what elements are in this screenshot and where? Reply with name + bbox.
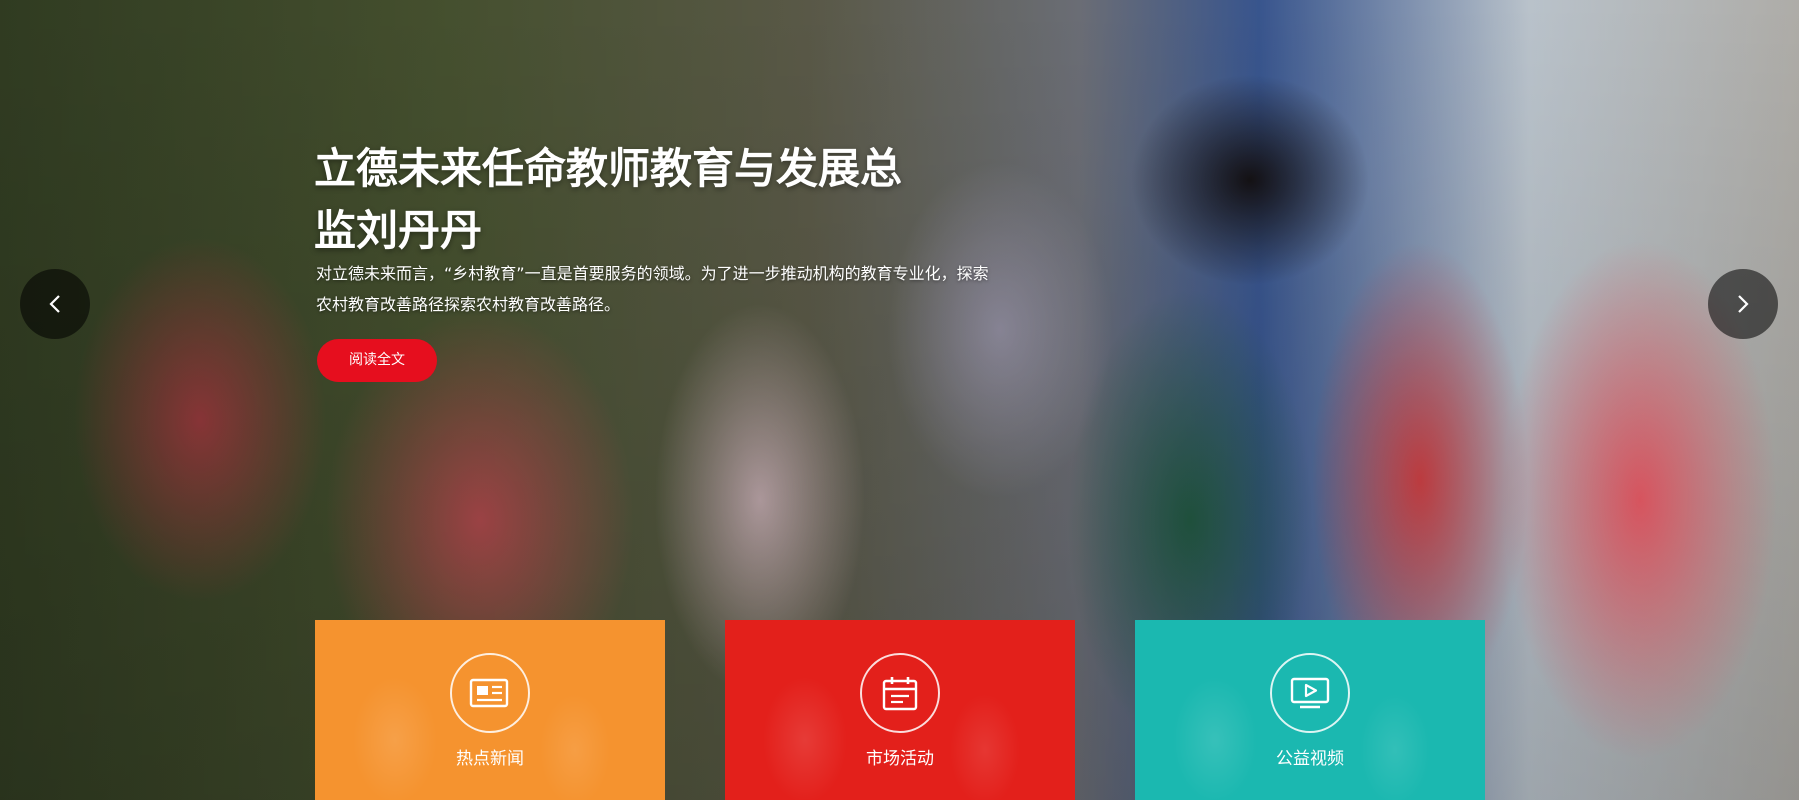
- tile-label: 市场活动: [866, 749, 934, 769]
- tile-icon-ring: [1270, 653, 1350, 733]
- chevron-right-icon: [1738, 295, 1749, 313]
- tile-charity-videos[interactable]: 公益视频: [1135, 620, 1485, 800]
- hero-summary: 对立德未来而言，“乡村教育”一直是首要服务的领域。为了进一步推动机构的教育专业化…: [316, 264, 989, 314]
- tile-label: 公益视频: [1276, 749, 1344, 769]
- tile-label: 热点新闻: [456, 749, 524, 769]
- hero-banner: 立德未来任命教师教育与发展总监刘丹丹 对立德未来而言，“乡村教育”一直是首要服务…: [0, 0, 1799, 800]
- tile-icon-ring: [450, 653, 530, 733]
- tile-hot-news[interactable]: 热点新闻: [315, 620, 665, 800]
- carousel-next-button[interactable]: [1708, 269, 1778, 339]
- chevron-left-icon: [49, 295, 60, 313]
- calendar-icon: [882, 677, 918, 711]
- tile-icon-ring: [860, 653, 940, 733]
- tile-market-activities[interactable]: 市场活动: [725, 620, 1075, 800]
- hero-headline: 立德未来任命教师教育与发展总监刘丹丹: [314, 144, 903, 255]
- read-more-button[interactable]: 阅读全文: [317, 339, 437, 382]
- carousel-prev-button[interactable]: [20, 269, 90, 339]
- newspaper-icon: [469, 678, 509, 708]
- video-play-icon: [1290, 677, 1330, 709]
